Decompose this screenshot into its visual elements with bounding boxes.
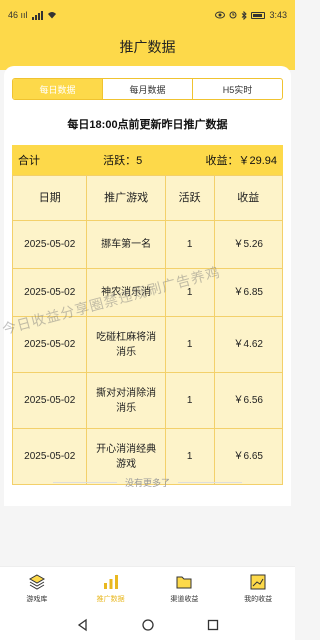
- nav-my-income[interactable]: 我的收益: [221, 567, 295, 610]
- nav-game-library[interactable]: 游戏库: [0, 567, 74, 610]
- status-left: 46 ııl: [8, 10, 57, 20]
- cell-active: 1: [164, 221, 214, 268]
- battery-icon: [251, 11, 266, 19]
- header-date: 日期: [38, 191, 61, 204]
- trend-chart-icon: [250, 574, 266, 590]
- status-bar: 46 ııl 3:43: [0, 0, 295, 30]
- cell-active: 1: [164, 373, 214, 428]
- header-game: 推广游戏: [86, 176, 164, 220]
- tab-h5-realtime[interactable]: H5实时: [193, 79, 282, 99]
- summary-active: 活跃：5: [103, 155, 143, 167]
- alarm-icon: [229, 11, 237, 19]
- data-table: 日期 推广游戏 活跃 收益 2025-05-02 挪车第一名 1 ￥5.26 2…: [12, 175, 283, 485]
- summary-total: 合计: [18, 155, 40, 167]
- home-icon[interactable]: [141, 618, 155, 632]
- cell-game: 挪车第一名: [86, 221, 164, 268]
- folder-icon: [176, 576, 192, 589]
- header-income: 收益: [213, 176, 282, 220]
- tab-group: 每日数据 每月数据 H5实时: [12, 78, 283, 100]
- bottom-nav: 游戏库 推广数据 渠道收益 我的收益: [0, 566, 295, 610]
- no-more-indicator: 没有更多了: [0, 476, 295, 489]
- system-nav-bar: [0, 610, 295, 640]
- wifi-icon: [47, 12, 56, 19]
- tab-monthly[interactable]: 每月数据: [103, 79, 193, 99]
- table-row: 2025-05-02 撕对对消除消消乐 1 ￥6.56: [13, 372, 282, 428]
- app-bar: 推广数据: [0, 30, 295, 64]
- layers-icon: [28, 574, 45, 590]
- cell-income: ￥6.56: [213, 373, 282, 428]
- cell-active: 1: [164, 317, 214, 372]
- cell-game: 撕对对消除消消乐: [86, 373, 164, 428]
- cell-active: 1: [164, 269, 214, 316]
- header-active: 活跃: [164, 176, 214, 220]
- status-right: 3:43: [215, 10, 287, 20]
- nav-label: 渠道收益: [170, 596, 199, 603]
- signal-icon: [31, 10, 43, 20]
- recents-icon[interactable]: [206, 618, 220, 632]
- cell-income: ￥5.26: [213, 221, 282, 268]
- bluetooth-icon: [242, 10, 248, 20]
- nav-promo-data[interactable]: 推广数据: [74, 567, 148, 610]
- summary-income: 收益：￥29.94: [205, 155, 277, 167]
- nav-label: 我的收益: [244, 596, 273, 603]
- nav-channel-income[interactable]: 渠道收益: [148, 567, 222, 610]
- back-icon[interactable]: [76, 618, 90, 632]
- signal-text: 46 ııl: [8, 10, 28, 20]
- update-note: 每日18:00点前更新昨日推广数据: [67, 119, 228, 131]
- clock: 3:43: [269, 10, 287, 20]
- bar-chart-icon: [103, 575, 118, 589]
- nav-label: 游戏库: [26, 596, 48, 603]
- table-row: 2025-05-02 神农消乐消 1 ￥6.85: [13, 268, 282, 316]
- cell-game: 神农消乐消: [86, 269, 164, 316]
- table-header: 日期 推广游戏 活跃 收益: [13, 176, 282, 220]
- tab-daily[interactable]: 每日数据: [13, 79, 103, 99]
- cell-income: ￥6.85: [213, 269, 282, 316]
- nav-label: 推广数据: [96, 596, 125, 603]
- cell-date: 2025-05-02: [24, 239, 76, 250]
- cell-date: 2025-05-02: [24, 287, 76, 298]
- cell-income: ￥4.62: [213, 317, 282, 372]
- table-row: 2025-05-02 吃碰杠麻将消消乐 1 ￥4.62: [13, 316, 282, 372]
- page-title: 推广数据: [119, 39, 176, 55]
- cell-game: 吃碰杠麻将消消乐: [86, 317, 164, 372]
- eye-icon: [215, 11, 226, 19]
- cell-date: 2025-05-02: [24, 339, 76, 350]
- table-row: 2025-05-02 挪车第一名 1 ￥5.26: [13, 220, 282, 268]
- summary-bar: 合计 活跃：5 收益：￥29.94: [12, 145, 283, 175]
- cell-date: 2025-05-02: [24, 395, 76, 406]
